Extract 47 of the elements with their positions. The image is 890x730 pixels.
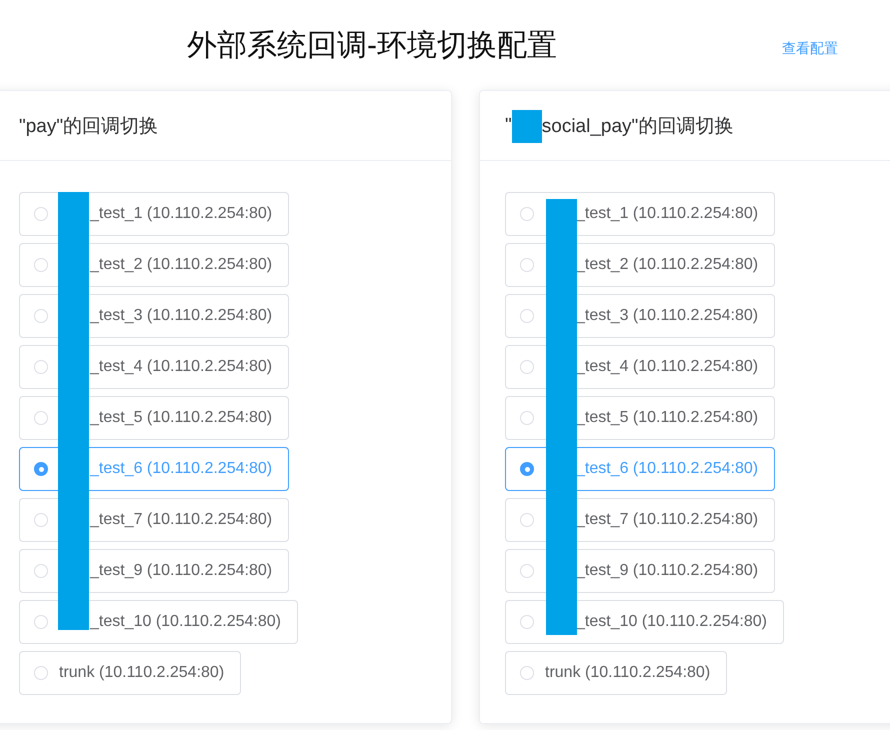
option-label: _test_10 (10.110.2.254:80)	[576, 613, 767, 631]
option-label: _test_5 (10.110.2.254:80)	[90, 409, 272, 427]
radio-icon	[34, 411, 48, 425]
page-title: 外部系统回调-环境切换配置	[187, 28, 558, 64]
option-label: _test_3 (10.110.2.254:80)	[90, 307, 272, 325]
option-label: _test_7 (10.110.2.254:80)	[90, 511, 272, 529]
radio-icon	[520, 462, 534, 476]
radio-icon	[34, 564, 48, 578]
radio-icon	[34, 513, 48, 527]
radio-icon	[34, 258, 48, 272]
option-label: _test_9 (10.110.2.254:80)	[576, 562, 758, 580]
radio-icon	[520, 207, 534, 221]
panel-title: "pay"的回调切换	[19, 114, 158, 138]
option-label: trunk (10.110.2.254:80)	[545, 664, 710, 682]
option-label: _test_4 (10.110.2.254:80)	[90, 358, 272, 376]
radio-icon	[520, 564, 534, 578]
radio-option[interactable]: trunk (10.110.2.254:80)	[505, 651, 728, 695]
option-label: _test_2 (10.110.2.254:80)	[576, 256, 758, 274]
radio-icon	[520, 360, 534, 374]
radio-icon	[520, 615, 534, 629]
option-label: _test_10 (10.110.2.254:80)	[90, 613, 281, 631]
option-label: _test_5 (10.110.2.254:80)	[576, 409, 758, 427]
redaction-bar	[512, 110, 542, 143]
radio-icon	[34, 360, 48, 374]
option-label: _test_3 (10.110.2.254:80)	[576, 307, 758, 325]
option-label: _test_1 (10.110.2.254:80)	[90, 205, 272, 223]
radio-icon	[520, 513, 534, 527]
radio-icon	[520, 309, 534, 323]
option-label: _test_4 (10.110.2.254:80)	[576, 358, 758, 376]
radio-icon	[34, 207, 48, 221]
option-label: _test_2 (10.110.2.254:80)	[90, 256, 272, 274]
option-label: _test_7 (10.110.2.254:80)	[576, 511, 758, 529]
radio-icon	[34, 615, 48, 629]
radio-icon	[34, 462, 48, 476]
radio-icon	[520, 258, 534, 272]
option-label: _test_9 (10.110.2.254:80)	[90, 562, 272, 580]
panel-title: social_pay"的回调切换	[542, 114, 734, 138]
option-label: _test_1 (10.110.2.254:80)	[576, 205, 758, 223]
radio-icon	[520, 411, 534, 425]
option-label: _test_6 (10.110.2.254:80)	[576, 460, 758, 478]
radio-icon	[34, 309, 48, 323]
radio-option[interactable]: trunk (10.110.2.254:80)	[19, 651, 242, 695]
panel-title: "	[505, 114, 512, 136]
radio-icon	[520, 666, 534, 680]
option-label: _test_6 (10.110.2.254:80)	[90, 460, 272, 478]
radio-icon	[34, 666, 48, 680]
option-label: trunk (10.110.2.254:80)	[59, 664, 224, 682]
